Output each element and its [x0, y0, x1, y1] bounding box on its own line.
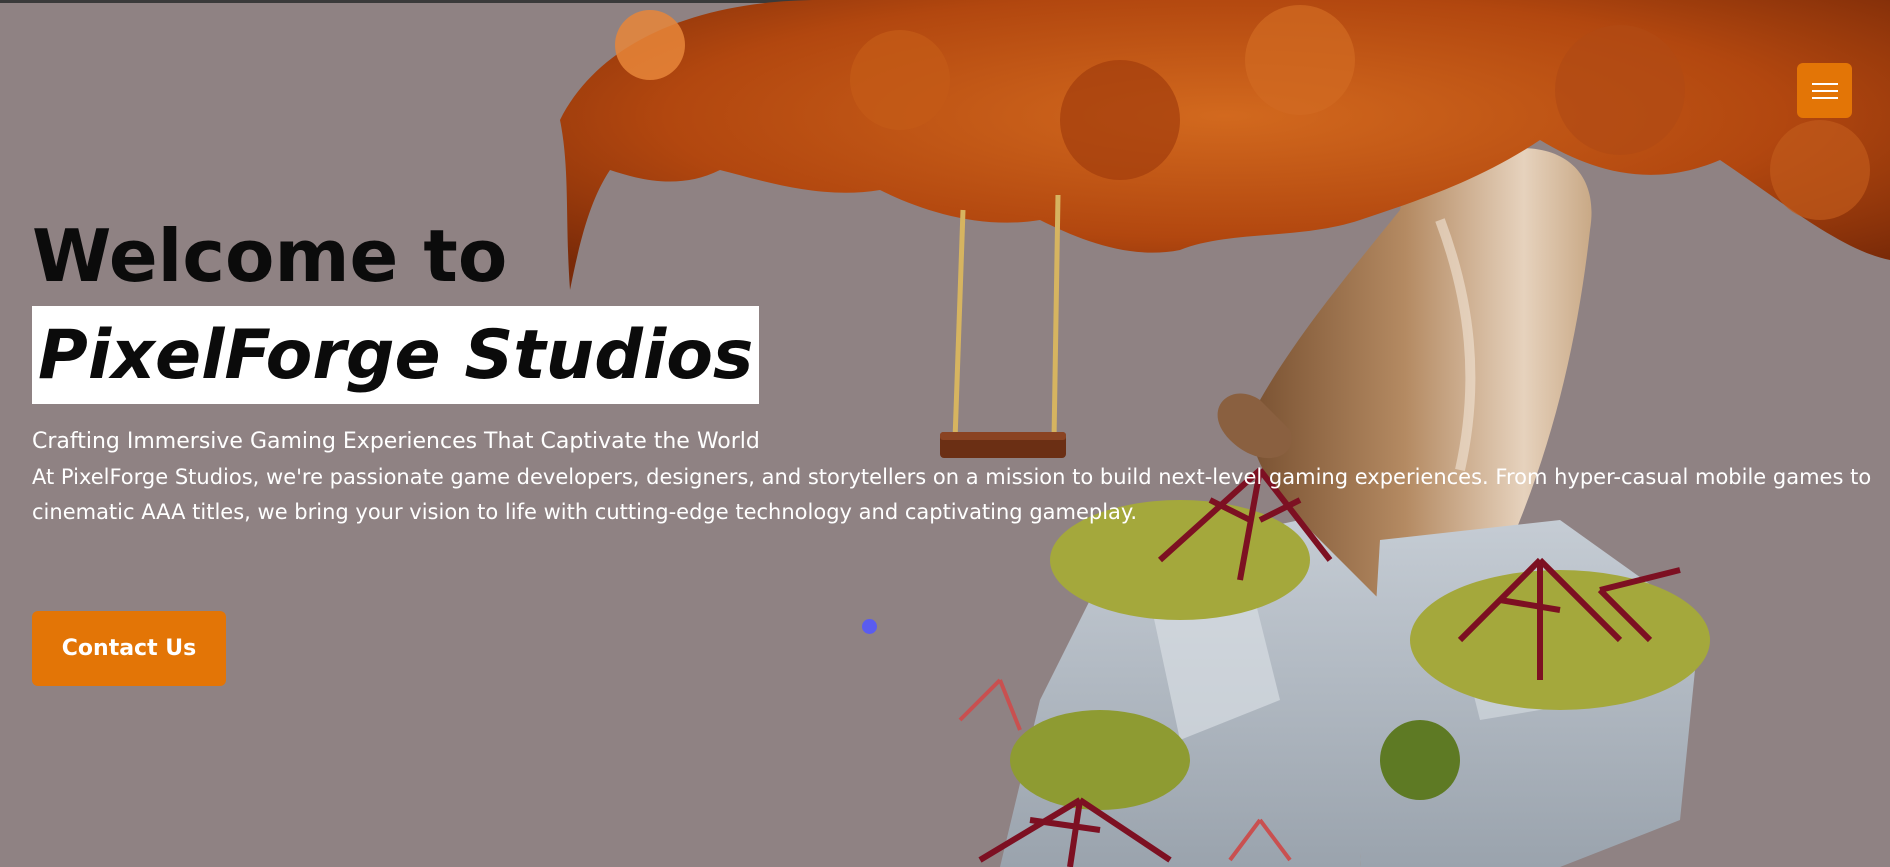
- hero-section: Welcome to PixelForge Studios Crafting I…: [32, 210, 1890, 530]
- brand-name: PixelForge Studios: [38, 316, 754, 395]
- landing-page: Welcome to PixelForge Studios Crafting I…: [0, 0, 1890, 867]
- welcome-heading: Welcome to: [32, 214, 508, 298]
- cursor-dot: [862, 619, 877, 634]
- menu-line: [1811, 89, 1838, 92]
- menu-line: [1811, 82, 1838, 85]
- hero-description: At PixelForge Studios, we're passionate …: [32, 465, 1872, 524]
- brand-highlight: PixelForge Studios: [32, 306, 760, 404]
- hamburger-menu-icon[interactable]: [1797, 63, 1852, 118]
- contact-us-button[interactable]: Contact Us: [32, 611, 226, 686]
- hero-tagline: Crafting Immersive Gaming Experiences Th…: [32, 429, 760, 454]
- menu-line: [1811, 96, 1838, 99]
